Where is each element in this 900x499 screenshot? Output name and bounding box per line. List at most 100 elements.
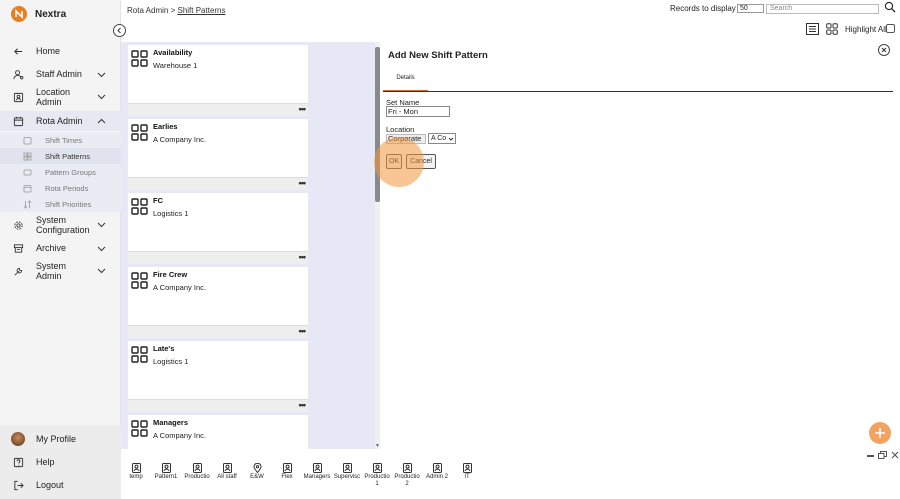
tray-group-label-line2: 1 [375, 481, 379, 487]
records-input[interactable]: 50 [737, 4, 764, 13]
tray-group-item[interactable]: Admin 2 [422, 463, 452, 481]
tray-group-item[interactable]: E&W [242, 463, 272, 481]
nav-location-admin-label-line1: Location [36, 87, 71, 97]
chevron-down-icon [97, 72, 106, 77]
close-dialog-button[interactable] [878, 44, 890, 56]
tray-group-item[interactable]: IT [452, 463, 482, 481]
pattern-card[interactable]: Fire Crew A Company Inc. ••• [128, 267, 308, 338]
nav-pattern-groups-label: Pattern Groups [45, 167, 96, 177]
tray-group-item[interactable]: Flex [272, 463, 302, 481]
chevron-down-icon [448, 137, 454, 141]
user-badge-icon [372, 463, 382, 473]
more-options-icon[interactable]: ••• [299, 401, 307, 410]
breadcrumb-root[interactable]: Rota Admin [127, 6, 168, 15]
pattern-card[interactable]: FC Logistics 1 ••• [128, 193, 308, 264]
tray-group-item[interactable]: Productio 2 [392, 463, 422, 488]
search-input[interactable]: Search [766, 4, 879, 14]
pattern-card-subtitle: Warehouse 1 [153, 61, 198, 70]
pattern-card[interactable]: Earlies A Company Inc. ••• [128, 119, 308, 190]
nav-help[interactable]: Help [0, 454, 121, 470]
collapse-sidebar-button[interactable] [113, 24, 126, 37]
pattern-card-title: FC [153, 196, 163, 205]
nav-shift-patterns[interactable]: Shift Patterns [0, 148, 121, 164]
search-icon[interactable] [884, 1, 896, 13]
grid-icon [131, 420, 148, 437]
nav-pattern-groups[interactable]: Pattern Groups [0, 164, 121, 180]
nav-rota-periods[interactable]: Rota Periods [0, 180, 121, 196]
list-view-icon[interactable] [806, 23, 819, 35]
minimize-icon[interactable] [867, 455, 874, 457]
pattern-card-subtitle: A Company Inc. [153, 283, 206, 292]
location-value[interactable]: Corporate [386, 134, 426, 144]
tray-group-item[interactable]: All staff [212, 463, 242, 481]
nav-shift-patterns-label: Shift Patterns [45, 151, 91, 161]
pattern-card-title: Earlies [153, 122, 178, 131]
set-name-input[interactable]: Fri - Mon [386, 106, 450, 117]
records-label: Records to display [670, 4, 736, 13]
more-options-icon[interactable]: ••• [299, 179, 307, 188]
chevron-left-icon [117, 27, 121, 34]
tray-group-item[interactable]: Productio [182, 463, 212, 481]
highlight-all-checkbox[interactable] [886, 24, 895, 33]
tray-group-item[interactable]: Managers [302, 463, 332, 481]
tray-group-label: Pattern1 [154, 474, 178, 480]
user-badge-icon [131, 463, 141, 473]
tray-group-item[interactable]: temp [121, 463, 151, 481]
location-select[interactable]: A Co [428, 133, 456, 144]
nav-archive[interactable]: Archive [0, 240, 121, 256]
ok-button[interactable]: OK [386, 154, 402, 169]
layers-icon [23, 169, 32, 175]
more-options-icon[interactable]: ••• [299, 327, 307, 336]
user-badge-icon [192, 463, 202, 473]
cancel-button[interactable]: Cancel [406, 154, 436, 169]
id-card-icon [12, 91, 24, 103]
close-icon [881, 47, 887, 53]
pattern-card-title: Fire Crew [153, 270, 188, 279]
main-content: Availability Warehouse 1 ••• Earlies A C… [121, 42, 900, 449]
user-gear-icon [12, 68, 24, 80]
sort-icon [23, 199, 32, 209]
nav-shift-priorities[interactable]: Shift Priorities [0, 196, 121, 212]
close-icon[interactable] [891, 451, 899, 459]
pattern-card[interactable]: Late's Logistics 1 ••• [128, 341, 308, 412]
nav-my-profile[interactable]: My Profile [0, 431, 121, 447]
nav-system-admin[interactable]: System Admin [0, 260, 121, 282]
user-badge-icon [432, 463, 442, 473]
nav-staff-admin[interactable]: Staff Admin [0, 66, 121, 82]
nav-location-admin[interactable]: Location Admin [0, 86, 121, 108]
more-options-icon[interactable]: ••• [299, 253, 307, 262]
chevron-down-icon [97, 268, 106, 274]
restore-icon[interactable] [878, 451, 887, 459]
pattern-card-footer: ••• [128, 251, 308, 264]
pattern-card-title: Managers [153, 418, 189, 427]
nav-logout[interactable]: Logout [0, 477, 121, 493]
tray-group-item[interactable]: Productio 1 [362, 463, 392, 488]
nav-system-admin-label-line1: System [36, 261, 67, 271]
brand[interactable]: Nextra [11, 6, 66, 22]
breadcrumb-current[interactable]: Shift Patterns [177, 6, 225, 15]
grid-icon [131, 124, 148, 141]
nav-archive-label: Archive [36, 243, 67, 253]
pattern-card[interactable]: Managers A Company Inc. [128, 415, 308, 449]
nav-rota-periods-label: Rota Periods [45, 183, 89, 193]
nav-system-configuration[interactable]: System Configuration [0, 214, 121, 236]
nav-home[interactable]: Home [0, 43, 121, 59]
tray-group-item[interactable]: Supervisc [332, 463, 362, 481]
tray-group-item[interactable]: Pattern1 [151, 463, 181, 481]
tray-group-label: Admin 2 [425, 474, 448, 480]
pattern-card[interactable]: Availability Warehouse 1 ••• [128, 45, 308, 116]
nav-rota-admin[interactable]: Rota Admin [0, 111, 121, 131]
add-pattern-button[interactable] [869, 422, 891, 444]
tab-details[interactable]: Details [383, 74, 428, 92]
pattern-card-title: Availability [153, 48, 193, 57]
nav-location-admin-label-line2: Admin [36, 97, 62, 107]
user-badge-icon [462, 463, 472, 473]
nav-shift-priorities-label: Shift Priorities [45, 199, 92, 209]
logout-icon [12, 479, 24, 491]
nav-shift-times[interactable]: Shift Times [0, 132, 121, 148]
grid-view-icon[interactable] [826, 23, 838, 35]
breadcrumb: Rota Admin > Shift Patterns [127, 6, 226, 15]
nav-system-configuration-label-line2: Configuration [36, 225, 90, 235]
pattern-card-subtitle: Logistics 1 [153, 209, 189, 218]
more-options-icon[interactable]: ••• [299, 105, 307, 114]
